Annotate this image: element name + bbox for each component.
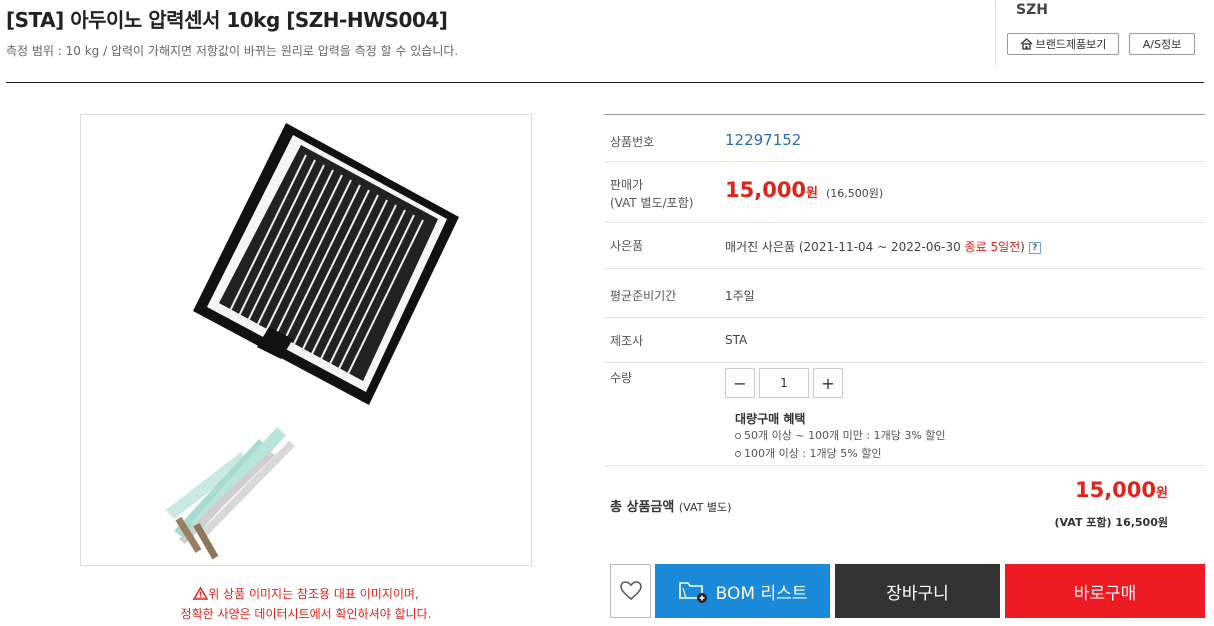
code-label: 상품번호 xyxy=(610,135,655,149)
gift-text: 매거진 사은품 (2021-11-04 ~ 2022-06-30 xyxy=(725,240,961,254)
warning-icon xyxy=(192,586,209,600)
total-vat-group: (VAT 포함) 16,500원 xyxy=(1055,514,1168,530)
image-notice-line2: 정확한 사양은 데이터시트에서 확인하셔야 합니다. xyxy=(180,607,432,621)
row-quantity: 수량 − 1 + 대량구매 혜택 50개 이상 ~ 100개 미만 : 1개당 … xyxy=(604,363,1205,466)
price-group: 15,000원 (16,500원) xyxy=(725,178,883,202)
code-value: 12297152 xyxy=(725,131,802,149)
price-unit: 원 xyxy=(806,186,819,201)
home-icon xyxy=(1020,38,1033,50)
price-label-vat: (VAT 별도/포함) xyxy=(610,196,694,210)
bulk-list: 50개 이상 ~ 100개 미만 : 1개당 3% 할인 100개 이상 : 1… xyxy=(735,427,946,463)
gift-close: ) xyxy=(1020,240,1025,254)
bulk-item: 50개 이상 ~ 100개 미만 : 1개당 3% 할인 xyxy=(735,427,946,445)
qty-plus-button[interactable]: + xyxy=(813,368,843,398)
lead-label: 평균준비기간 xyxy=(610,289,677,303)
row-product-code: 상품번호 12297152 xyxy=(604,115,1205,162)
header-divider xyxy=(6,82,1204,83)
total-label: 총 상품금액 xyxy=(610,500,675,515)
total-label-vat: (VAT 별도) xyxy=(678,501,732,514)
lead-value: 1주일 xyxy=(725,289,755,303)
price-label: 판매가 xyxy=(610,178,644,192)
row-price: 판매가 (VAT 별도/포함) 15,000원 (16,500원) xyxy=(604,162,1205,223)
total-price: 15,000 xyxy=(1074,478,1157,502)
total-price-group: 15,000원 xyxy=(1075,478,1168,502)
gift-label: 사은품 xyxy=(610,239,644,253)
price-value: 15,000 xyxy=(725,178,807,202)
pressure-sensor-illustration xyxy=(166,123,459,560)
help-icon[interactable]: ? xyxy=(1028,241,1041,254)
quantity-stepper: − 1 + xyxy=(725,368,843,398)
qty-minus-button[interactable]: − xyxy=(725,368,755,398)
brand-name: SZH xyxy=(1016,2,1048,18)
product-title: [STA] 아두이노 압력센서 10kg [SZH-HWS004] xyxy=(6,8,448,32)
qty-label: 수량 xyxy=(610,371,633,385)
product-subtitle: 측정 범위 : 10 kg / 압력이 가해지면 저항값이 바뀌는 원리로 압력… xyxy=(6,44,459,58)
total-vat-label: (VAT 포함) xyxy=(1054,516,1112,529)
brand-products-label: 브랜드제품보기 xyxy=(1035,38,1107,51)
heart-icon xyxy=(619,581,642,600)
brand-panel: SZH 브랜드제품보기 A/S정보 xyxy=(995,0,1214,68)
folder-add-icon xyxy=(678,582,707,603)
row-lead-time: 평균준비기간 1주일 xyxy=(604,269,1205,318)
cart-button[interactable]: 장바구니 xyxy=(835,564,1000,618)
maker-value: STA xyxy=(725,333,748,347)
brand-products-button[interactable]: 브랜드제품보기 xyxy=(1007,33,1119,55)
bom-list-label: BOM 리스트 xyxy=(715,583,808,604)
wishlist-button[interactable] xyxy=(610,564,651,618)
image-notice-line1: 위 상품 이미지는 참조용 대표 이미지이며, xyxy=(208,587,419,601)
maker-label: 제조사 xyxy=(610,334,644,348)
bulk-title: 대량구매 혜택 xyxy=(735,412,806,426)
gift-group: 매거진 사은품 (2021-11-04 ~ 2022-06-30 종료 5일전)… xyxy=(725,238,1041,255)
qty-input[interactable]: 1 xyxy=(759,368,809,398)
row-maker: 제조사 STA xyxy=(604,318,1205,363)
gift-end: 종료 5일전 xyxy=(964,240,1021,254)
total-label-group: 총 상품금액 (VAT 별도) xyxy=(610,496,731,515)
buy-now-button[interactable]: 바로구매 xyxy=(1005,564,1205,618)
bom-list-button[interactable]: BOM 리스트 xyxy=(655,564,830,618)
product-image xyxy=(80,114,532,566)
image-notice: 위 상품 이미지는 참조용 대표 이미지이며, 정확한 사양은 데이터시트에서 … xyxy=(80,584,532,624)
price-vat-value: (16,500원) xyxy=(826,187,884,200)
as-info-button[interactable]: A/S정보 xyxy=(1129,33,1195,55)
product-info-table: 상품번호 12297152 판매가 (VAT 별도/포함) 15,000원 (16… xyxy=(604,114,1205,466)
bulk-item: 100개 이상 : 1개당 5% 할인 xyxy=(735,445,946,463)
total-vat-price: 16,500원 xyxy=(1115,516,1168,529)
row-gift: 사은품 매거진 사은품 (2021-11-04 ~ 2022-06-30 종료 … xyxy=(604,223,1205,269)
total-unit: 원 xyxy=(1156,486,1168,501)
